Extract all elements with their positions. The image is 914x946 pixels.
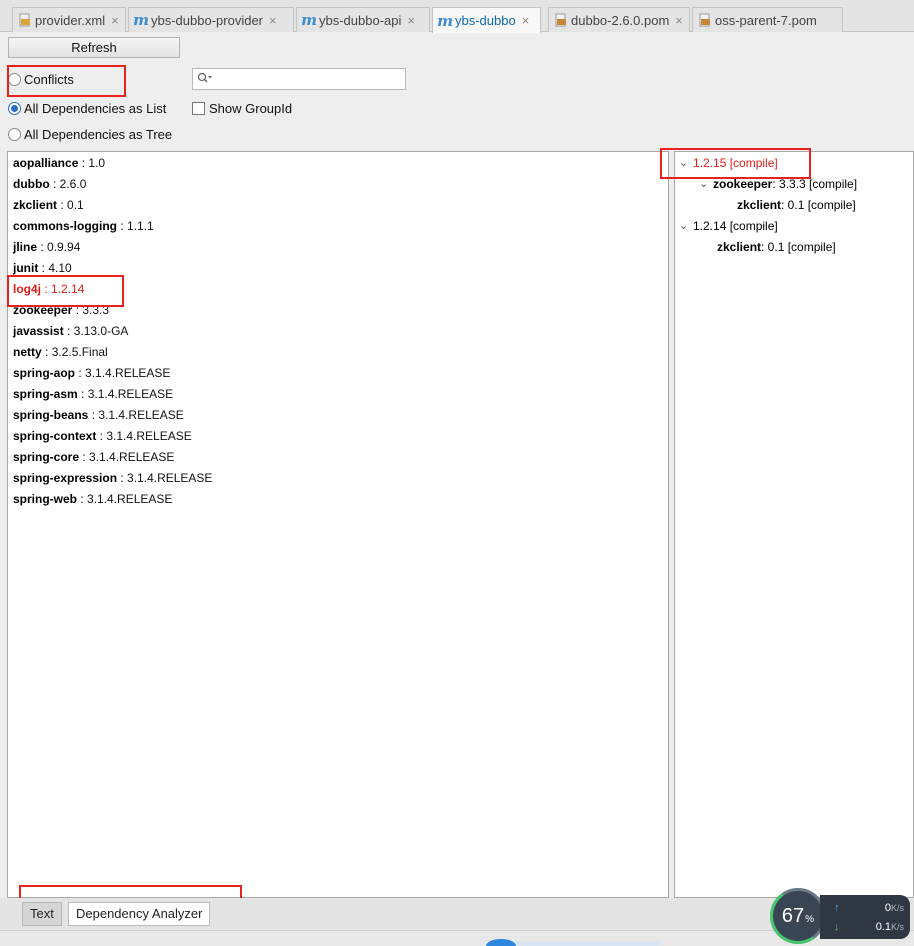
list-item[interactable]: junit : 4.10 — [13, 259, 72, 277]
upload-arrow-icon: ↑ — [834, 902, 840, 914]
tab-label: ybs-dubbo-provider — [151, 12, 264, 28]
list-item[interactable]: spring-context : 3.1.4.RELEASE — [13, 427, 192, 445]
list-view-label: All Dependencies as List — [24, 101, 167, 116]
show-groupid-checkbox[interactable]: Show GroupId — [192, 101, 292, 116]
tree-node[interactable]: zkclient : 0.1 [compile] — [717, 238, 836, 256]
chevron-down-icon[interactable]: ⌄ — [679, 217, 693, 235]
list-item[interactable]: jline : 0.9.94 — [13, 238, 80, 256]
list-item[interactable]: zkclient : 0.1 — [13, 196, 84, 214]
tab-provider-xml[interactable]: provider.xml × — [12, 7, 126, 32]
list-item[interactable]: spring-aop : 3.1.4.RELEASE — [13, 364, 170, 382]
radio-button-selected[interactable] — [8, 102, 21, 115]
network-monitor-widget[interactable]: 67% ↑ 0K/s ↓ 0.1K/s — [765, 883, 914, 946]
list-item[interactable]: netty : 3.2.5.Final — [13, 343, 108, 361]
pom-file-icon — [553, 12, 569, 28]
list-view-radio[interactable]: All Dependencies as List — [8, 101, 166, 116]
tree-node[interactable]: zkclient : 0.1 [compile] — [737, 196, 856, 214]
upload-unit: K/s — [890, 903, 904, 913]
maven-icon: m — [437, 11, 453, 30]
download-unit: K/s — [890, 922, 904, 932]
pom-file-icon — [697, 12, 713, 28]
tab-dependency-analyzer[interactable]: Dependency Analyzer — [68, 902, 211, 926]
tab-label: oss-parent-7.pom — [715, 12, 817, 28]
list-item[interactable]: dubbo : 2.6.0 — [13, 175, 86, 193]
usages-tree[interactable]: ⌄ 1.2.15 [compile] ⌄ zookeeper : 3.3.3 [… — [674, 151, 914, 898]
cpu-gauge: 67% — [765, 883, 831, 946]
tab-label: provider.xml — [35, 12, 106, 28]
tab-label: ybs-dubbo-api — [319, 12, 402, 28]
tree-node-version-conflict[interactable]: ⌄ 1.2.15 [compile] — [679, 154, 778, 172]
checkbox[interactable] — [192, 102, 205, 115]
conflicts-radio[interactable]: Conflicts — [8, 72, 74, 87]
speed-panel: ↑ 0K/s ↓ 0.1K/s — [820, 895, 910, 939]
refresh-button[interactable]: Refresh — [8, 37, 180, 58]
conflicts-label: Conflicts — [24, 72, 74, 87]
tab-ybs-dubbo-provider[interactable]: m ybs-dubbo-provider × — [128, 7, 294, 32]
tree-node[interactable]: ⌄ zookeeper : 3.3.3 [compile] — [699, 175, 857, 193]
close-icon[interactable]: × — [675, 13, 683, 28]
list-item[interactable]: javassist : 3.13.0-GA — [13, 322, 128, 340]
close-icon[interactable]: × — [111, 13, 119, 28]
tab-dubbo-pom[interactable]: dubbo-2.6.0.pom × — [548, 7, 690, 32]
tab-label: ybs-dubbo — [455, 13, 516, 28]
show-groupid-label: Show GroupId — [209, 101, 293, 116]
list-item[interactable]: spring-expression : 3.1.4.RELEASE — [13, 469, 212, 487]
close-icon[interactable]: × — [269, 13, 277, 28]
list-item[interactable]: commons-logging : 1.1.1 — [13, 217, 154, 235]
tab-ybs-dubbo-api[interactable]: m ybs-dubbo-api × — [296, 7, 430, 32]
radio-button[interactable] — [8, 128, 21, 141]
list-item[interactable]: zookeeper : 3.3.3 — [13, 301, 109, 319]
editor-tab-bar: provider.xml × m ybs-dubbo-provider × m … — [0, 0, 914, 33]
search-icon — [197, 72, 213, 87]
progress-track — [510, 941, 660, 946]
download-value: 0.1 — [875, 921, 891, 933]
radio-button[interactable] — [8, 73, 21, 86]
list-item-conflict[interactable]: log4j : 1.2.14 — [13, 280, 84, 298]
tab-text[interactable]: Text — [22, 902, 62, 926]
search-input[interactable] — [192, 68, 406, 90]
list-item[interactable]: spring-beans : 3.1.4.RELEASE — [13, 406, 184, 424]
list-item[interactable]: spring-asm : 3.1.4.RELEASE — [13, 385, 173, 403]
tree-view-label: All Dependencies as Tree — [24, 127, 173, 142]
close-icon[interactable]: × — [522, 13, 530, 28]
maven-icon: m — [301, 11, 317, 29]
progress-indicator — [486, 939, 516, 946]
close-icon[interactable]: × — [407, 13, 415, 28]
chevron-down-icon[interactable]: ⌄ — [699, 175, 713, 193]
list-item[interactable]: aopalliance : 1.0 — [13, 154, 105, 172]
maven-icon: m — [133, 11, 149, 29]
list-item[interactable]: spring-core : 3.1.4.RELEASE — [13, 448, 174, 466]
tab-oss-parent-pom[interactable]: oss-parent-7.pom — [692, 7, 843, 32]
dependency-list[interactable]: aopalliance : 1.0 dubbo : 2.6.0 zkclient… — [7, 151, 669, 898]
list-item[interactable]: spring-web : 3.1.4.RELEASE — [13, 490, 172, 508]
download-arrow-icon: ↓ — [834, 921, 840, 933]
tree-view-radio[interactable]: All Dependencies as Tree — [8, 127, 172, 142]
tree-node-version[interactable]: ⌄ 1.2.14 [compile] — [679, 217, 778, 235]
xml-file-icon — [17, 12, 33, 28]
chevron-down-icon[interactable]: ⌄ — [679, 154, 693, 172]
tab-ybs-dubbo[interactable]: m ybs-dubbo × — [432, 7, 541, 33]
tab-label: dubbo-2.6.0.pom — [571, 12, 670, 28]
